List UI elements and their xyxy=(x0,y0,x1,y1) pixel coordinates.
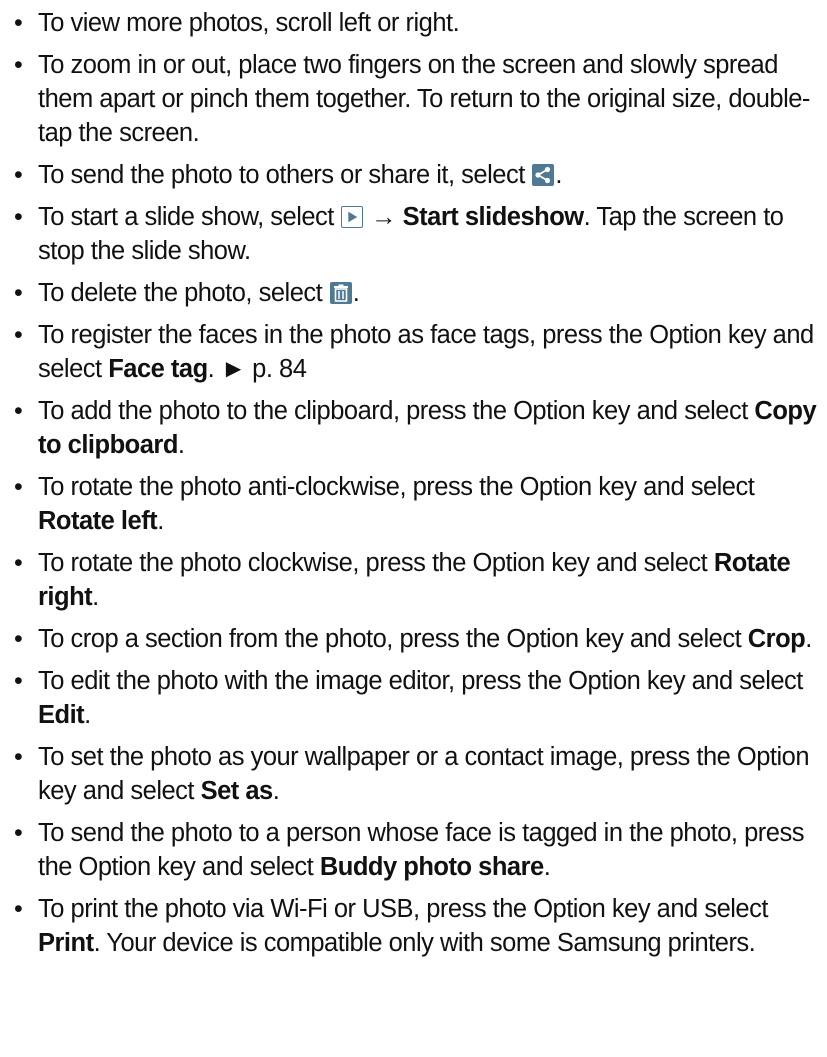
list-item-share: • To send the photo to others or share i… xyxy=(14,158,819,192)
arrow-text: → xyxy=(364,203,403,231)
bullet-dot: • xyxy=(14,51,23,79)
item-text-end: . xyxy=(272,777,280,805)
bullet-dot: • xyxy=(14,473,23,501)
bullet-dot: • xyxy=(14,625,23,653)
item-text: To print the photo via Wi-Fi or USB, pre… xyxy=(38,895,768,923)
item-text-end: . xyxy=(543,853,551,881)
item-text-end: . ► p. 84 xyxy=(207,355,307,383)
list-item-slideshow: • To start a slide show, select → Start … xyxy=(14,200,819,268)
item-text-end: . xyxy=(177,431,185,459)
item-text-end: . xyxy=(92,583,99,611)
bullet-list: • To view more photos, scroll left or ri… xyxy=(14,6,819,960)
list-item-zoom: • To zoom in or out, place two fingers o… xyxy=(14,48,819,150)
share-icon xyxy=(532,164,555,186)
option-label: Buddy photo share xyxy=(319,853,544,881)
bullet-dot: • xyxy=(14,397,23,425)
bullet-dot: • xyxy=(14,667,23,695)
item-text: To add the photo to the clipboard, press… xyxy=(38,397,755,425)
item-text: To crop a section from the photo, press … xyxy=(38,625,748,653)
bullet-dot: • xyxy=(14,203,23,231)
trash-icon xyxy=(329,282,352,304)
item-text: To start a slide show, select xyxy=(38,203,341,231)
list-item-set-as: • To set the photo as your wallpaper or … xyxy=(14,740,819,808)
manual-page: • To view more photos, scroll left or ri… xyxy=(0,0,827,1057)
item-text: To zoom in or out, place two fingers on … xyxy=(38,51,810,147)
bullet-dot: • xyxy=(14,819,23,847)
item-text: To rotate the photo anti-clockwise, pres… xyxy=(38,473,755,501)
item-text: To set the photo as your wallpaper or a … xyxy=(38,743,810,805)
list-item-face-tag: • To register the faces in the photo as … xyxy=(14,318,819,386)
option-label: Edit xyxy=(38,701,85,729)
option-label: Set as xyxy=(200,777,274,805)
list-item-clipboard: • To add the photo to the clipboard, pre… xyxy=(14,394,819,462)
item-text-end: . xyxy=(84,701,91,729)
list-item-view-photos: • To view more photos, scroll left or ri… xyxy=(14,6,819,40)
bullet-dot: • xyxy=(14,9,23,37)
bullet-dot: • xyxy=(14,161,23,189)
option-label: Rotate left xyxy=(38,507,158,535)
item-text: To rotate the photo clockwise, press the… xyxy=(38,549,714,577)
list-item-rotate-right: • To rotate the photo clockwise, press t… xyxy=(14,546,819,614)
bullet-dot: • xyxy=(14,743,23,771)
item-text-end: . xyxy=(805,625,812,653)
item-text-end: . xyxy=(555,161,562,189)
item-text: To edit the photo with the image editor,… xyxy=(38,667,803,695)
option-label: Face tag xyxy=(108,355,208,383)
item-text: To delete the photo, select xyxy=(38,279,329,307)
item-text-end: . xyxy=(352,279,360,307)
bullet-dot: • xyxy=(14,549,23,577)
item-text-end: . Your device is compatible only with so… xyxy=(93,929,756,957)
list-item-rotate-left: • To rotate the photo anti-clockwise, pr… xyxy=(14,470,819,538)
list-item-print: • To print the photo via Wi-Fi or USB, p… xyxy=(14,892,819,960)
list-item-delete: • To delete the photo, select . xyxy=(14,276,819,310)
item-text-end: . xyxy=(157,507,164,535)
option-label: Start slideshow xyxy=(402,203,584,231)
option-label: Print xyxy=(38,929,94,957)
item-text: To view more photos, scroll left or righ… xyxy=(38,9,460,37)
item-text: To send the photo to others or share it,… xyxy=(38,161,532,189)
play-icon xyxy=(341,206,364,228)
bullet-dot: • xyxy=(14,279,23,307)
list-item-crop: • To crop a section from the photo, pres… xyxy=(14,622,819,656)
option-label: Crop xyxy=(747,625,806,653)
bullet-dot: • xyxy=(14,321,23,349)
list-item-buddy-share: • To send the photo to a person whose fa… xyxy=(14,816,819,884)
list-item-edit: • To edit the photo with the image edito… xyxy=(14,664,819,732)
bullet-dot: • xyxy=(14,895,23,923)
